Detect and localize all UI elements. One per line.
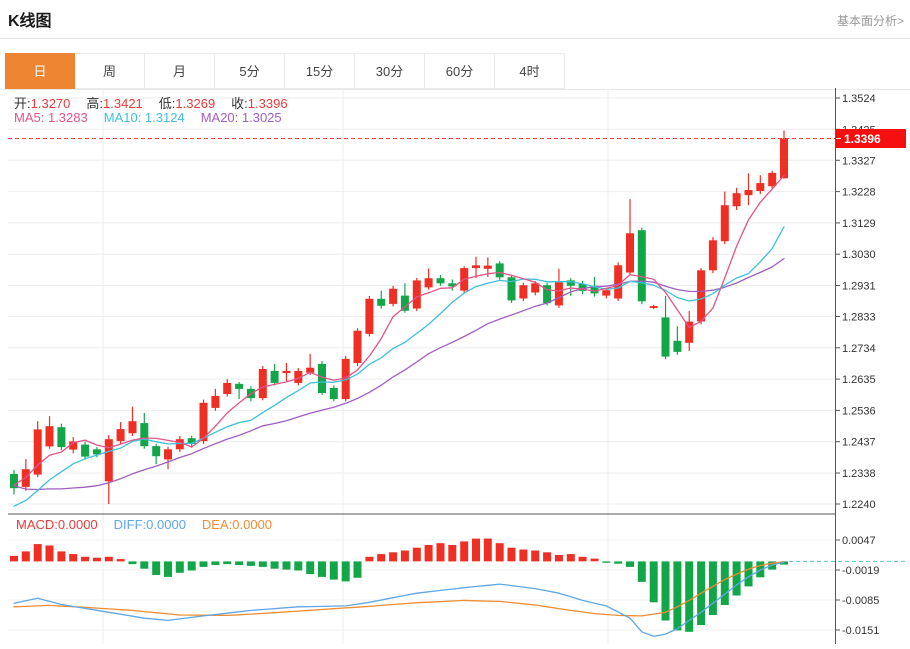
- info-pair: 开:1.3270: [14, 96, 70, 111]
- tab-6[interactable]: 60分: [425, 53, 495, 89]
- tab-2[interactable]: 月: [145, 53, 215, 89]
- svg-text:-0.0019: -0.0019: [842, 565, 879, 577]
- svg-text:1.3129: 1.3129: [842, 218, 876, 230]
- tab-bar: 日周月5分15分30分60分4时: [0, 53, 910, 90]
- svg-text:1.2833: 1.2833: [842, 311, 876, 323]
- svg-text:1.2240: 1.2240: [842, 499, 876, 511]
- tab-0[interactable]: 日: [5, 53, 75, 89]
- header-divider: [0, 38, 910, 39]
- tab-4[interactable]: 15分: [285, 53, 355, 89]
- svg-text:1.2931: 1.2931: [842, 281, 876, 293]
- svg-text:1.2734: 1.2734: [842, 343, 876, 355]
- svg-text:1.2437: 1.2437: [842, 437, 876, 449]
- tab-3[interactable]: 5分: [215, 53, 285, 89]
- info-pair: 高:1.3421: [86, 96, 142, 111]
- fundamental-analysis-link[interactable]: 基本面分析>: [837, 12, 904, 29]
- tab-1[interactable]: 周: [75, 53, 145, 89]
- svg-text:1.2536: 1.2536: [842, 405, 876, 417]
- info-pair: MA10: 1.3124: [104, 110, 185, 125]
- svg-text:1.3396: 1.3396: [844, 132, 881, 146]
- svg-text:-0.0085: -0.0085: [842, 595, 879, 607]
- tab-5[interactable]: 30分: [355, 53, 425, 89]
- svg-text:1.2635: 1.2635: [842, 374, 876, 386]
- page-title: K线图: [8, 7, 52, 31]
- info-pair: MA5: 1.3283: [14, 110, 88, 125]
- svg-text:1.3228: 1.3228: [842, 187, 876, 199]
- svg-text:1.2338: 1.2338: [842, 468, 876, 480]
- macd-info-row: MACD:0.0000 DIFF:0.0000 DEA:0.0000: [16, 517, 288, 532]
- svg-text:1.3327: 1.3327: [842, 155, 876, 167]
- svg-text:1.3524: 1.3524: [842, 93, 876, 105]
- svg-text:0.0047: 0.0047: [842, 535, 876, 547]
- info-pair: MA20: 1.3025: [201, 110, 282, 125]
- svg-text:1.3030: 1.3030: [842, 249, 876, 261]
- info-pair: DEA:0.0000: [202, 517, 272, 532]
- kline-chart-svg: 1.35241.34251.33271.32281.31291.30301.29…: [0, 88, 910, 644]
- kline-chart[interactable]: 1.35241.34251.33271.32281.31291.30301.29…: [0, 88, 910, 644]
- info-pair: 低:1.3269: [159, 96, 215, 111]
- tab-7[interactable]: 4时: [495, 53, 565, 89]
- info-pair: DIFF:0.0000: [114, 517, 186, 532]
- info-pair: MACD:0.0000: [16, 517, 98, 532]
- ma-info-row: MA5: 1.3283 MA10: 1.3124 MA20: 1.3025: [14, 110, 298, 125]
- info-pair: 收:1.3396: [231, 96, 287, 111]
- svg-text:-0.0151: -0.0151: [842, 625, 879, 637]
